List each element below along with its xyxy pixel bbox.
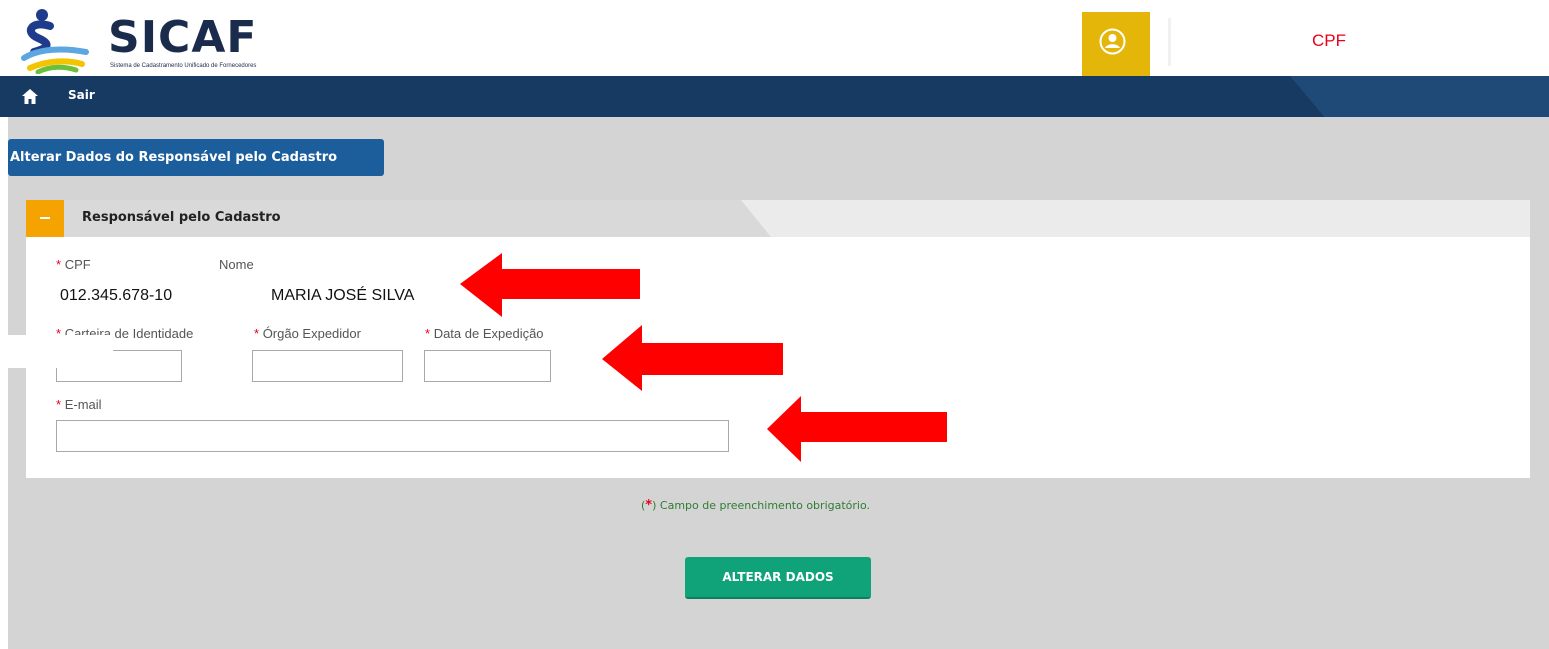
sicaf-logo[interactable]: SICAF Sistema de Cadastramento Unificado…	[20, 8, 320, 74]
data-expedicao-field[interactable]	[424, 350, 551, 382]
top-navigation-bar: Sair	[0, 76, 1549, 117]
email-field[interactable]	[56, 420, 729, 452]
note-text: ) Campo de preenchimento obrigatório.	[652, 499, 870, 512]
required-marker: *	[254, 326, 260, 341]
logo-subtitle: Sistema de Cadastramento Unificado de Fo…	[110, 63, 257, 69]
email-label: * E-mail	[56, 397, 102, 412]
required-marker: *	[425, 326, 431, 341]
orgao-label-text: Órgão Expedidor	[262, 326, 361, 341]
required-marker: *	[56, 257, 62, 272]
sicaf-logo-icon	[21, 9, 89, 74]
red-arrow-icon	[602, 325, 783, 391]
overlay-patch	[0, 335, 113, 345]
overlay-patch	[0, 345, 57, 368]
cpf-label-text: CPF	[64, 257, 91, 272]
red-arrow-icon	[460, 253, 640, 317]
exit-link[interactable]: Sair	[68, 88, 95, 102]
home-icon[interactable]	[22, 89, 38, 104]
required-field-note: (*) Campo de preenchimento obrigatório.	[641, 498, 870, 513]
logo-title: SICAF	[108, 12, 258, 63]
data-expedicao-label-text: Data de Expedição	[433, 326, 544, 341]
alterar-dados-button[interactable]: ALTERAR DADOS	[685, 557, 871, 599]
nome-label: Nome	[219, 257, 254, 272]
data-expedicao-label: * Data de Expedição	[425, 326, 544, 341]
user-cpf-label: CPF	[1312, 31, 1346, 50]
header: SICAF Sistema de Cadastramento Unificado…	[0, 0, 1549, 76]
identidade-field[interactable]	[56, 350, 182, 382]
panel-title: Responsável pelo Cadastro	[82, 210, 281, 225]
page-title: Alterar Dados do Responsável pelo Cadast…	[8, 139, 384, 176]
cpf-label: * CPF	[56, 257, 91, 272]
red-arrow-icon	[767, 396, 947, 462]
nome-value: MARIA JOSÉ SILVA	[271, 287, 415, 304]
user-avatar-icon	[1099, 28, 1126, 55]
overlay-patch	[57, 345, 113, 352]
navbar-decoration	[1290, 76, 1549, 117]
email-label-text: E-mail	[64, 397, 102, 412]
panel-header: Responsável pelo Cadastro	[26, 200, 1530, 237]
orgao-expedidor-field[interactable]	[252, 350, 403, 382]
header-divider	[1168, 18, 1171, 66]
required-marker: *	[56, 397, 62, 412]
cpf-value: 012.345.678-10	[60, 287, 173, 304]
collapse-panel-button[interactable]	[26, 200, 64, 237]
minus-icon	[40, 217, 50, 219]
orgao-label: * Órgão Expedidor	[254, 326, 361, 341]
